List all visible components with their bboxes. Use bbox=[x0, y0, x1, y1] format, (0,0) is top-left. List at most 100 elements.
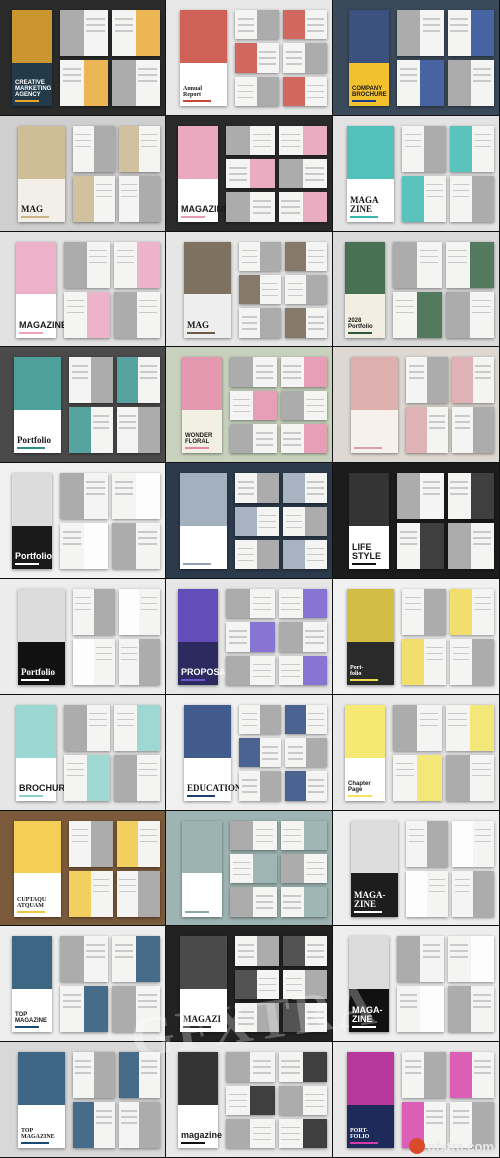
text-line bbox=[228, 1099, 248, 1101]
page-image-placeholder bbox=[472, 175, 494, 222]
text-line bbox=[252, 1066, 272, 1068]
template-preview-tile[interactable]: MAGAZINE bbox=[0, 231, 166, 348]
text-line bbox=[285, 57, 303, 59]
text-line bbox=[448, 261, 467, 264]
template-preview-tile[interactable]: MAG bbox=[166, 231, 333, 348]
text-line bbox=[307, 944, 324, 946]
text-line bbox=[454, 421, 471, 423]
text-line bbox=[89, 712, 107, 715]
page-image-placeholder bbox=[257, 936, 279, 966]
spread-page bbox=[239, 704, 281, 735]
template-preview-tile[interactable]: Portfolio bbox=[0, 463, 166, 579]
spread-page bbox=[60, 60, 108, 106]
cover-rule bbox=[15, 100, 39, 102]
page-image-placeholder bbox=[239, 274, 260, 305]
text-line bbox=[281, 1066, 300, 1068]
template-preview-tile[interactable]: MAG bbox=[0, 115, 166, 232]
template-preview-tile[interactable] bbox=[166, 810, 333, 927]
template-preview-tile[interactable]: LIFE STYLE bbox=[333, 463, 500, 579]
text-line bbox=[114, 481, 134, 483]
template-preview-tile[interactable]: MAGA ZINE bbox=[333, 115, 500, 232]
template-preview-tile[interactable] bbox=[166, 463, 333, 579]
text-line bbox=[141, 602, 158, 605]
page-image-placeholder bbox=[445, 754, 470, 801]
text-line bbox=[429, 890, 446, 893]
text-line bbox=[308, 785, 325, 787]
template-preview-tile[interactable] bbox=[333, 347, 500, 464]
page-image-placeholder bbox=[306, 738, 327, 768]
template-preview-tile[interactable]: TOP MAGAZINE bbox=[0, 926, 166, 1043]
template-preview-tile[interactable]: CREATIVE MARKETING AGENCY bbox=[0, 0, 166, 116]
text-line bbox=[281, 602, 300, 605]
template-preview-tile[interactable]: CUPTAQU ATQUAM bbox=[0, 810, 166, 927]
text-line bbox=[95, 195, 112, 198]
template-preview-tile[interactable]: BROCHURE bbox=[0, 694, 166, 811]
text-line bbox=[306, 398, 324, 401]
spread-page bbox=[402, 1052, 446, 1099]
text-line bbox=[287, 282, 304, 285]
text-line bbox=[86, 18, 105, 20]
text-line bbox=[95, 183, 112, 186]
cover-title: magazine bbox=[181, 1130, 223, 1141]
template-preview-tile[interactable]: MAGA-ZINE bbox=[333, 926, 500, 1043]
cover-page: MAGAZI bbox=[180, 936, 227, 1033]
text-line bbox=[429, 421, 446, 423]
text-line bbox=[141, 608, 158, 611]
template-preview-tile[interactable]: 2028 Portfolio bbox=[333, 231, 500, 348]
text-line bbox=[305, 1093, 324, 1095]
text-line bbox=[452, 1110, 470, 1112]
spread-page bbox=[118, 1052, 160, 1099]
spread-page bbox=[406, 870, 448, 917]
spread-page bbox=[445, 754, 494, 801]
cover-page: CREATIVE MARKETING AGENCY bbox=[12, 10, 52, 106]
text-line bbox=[89, 718, 107, 721]
cover-title: MAGAZINE bbox=[181, 203, 229, 214]
template-preview-tile[interactable]: Portfolio bbox=[0, 578, 166, 695]
text-line bbox=[474, 139, 491, 142]
page-image-placeholder bbox=[406, 870, 427, 917]
template-preview-tile[interactable]: COMPANY BROCHURE bbox=[333, 0, 500, 116]
text-line bbox=[408, 365, 425, 367]
page-image-placeholder bbox=[118, 1052, 140, 1099]
text-line bbox=[283, 895, 301, 897]
template-preview-tile[interactable]: Port- folio bbox=[333, 578, 500, 695]
text-line bbox=[399, 1006, 418, 1008]
text-line bbox=[426, 658, 443, 661]
site-footer[interactable]: gfxtra.com bbox=[408, 1138, 494, 1154]
template-preview-tile[interactable]: WONDER FLORAL bbox=[166, 347, 333, 464]
text-line bbox=[237, 1011, 255, 1013]
text-line bbox=[308, 261, 325, 264]
cover-rule bbox=[21, 215, 50, 218]
page-image-placeholder bbox=[402, 175, 424, 222]
text-line bbox=[237, 90, 255, 93]
template-preview-tile[interactable]: MAGA-ZINE bbox=[333, 810, 500, 927]
template-preview-tile[interactable]: EDUCATION bbox=[166, 694, 333, 811]
template-preview-tile[interactable]: MAGAZINE bbox=[166, 115, 333, 232]
text-line bbox=[281, 133, 300, 136]
template-preview-tile[interactable]: magazine bbox=[166, 1042, 333, 1158]
cover-image-placeholder bbox=[18, 1052, 65, 1105]
page-image-placeholder bbox=[427, 357, 448, 404]
text-line bbox=[281, 1126, 300, 1129]
text-line bbox=[281, 145, 300, 148]
cover-page: MAGAZINE bbox=[16, 241, 67, 338]
page-image-placeholder bbox=[470, 10, 494, 56]
template-preview-tile[interactable]: Chapter Page bbox=[333, 694, 500, 811]
text-line bbox=[237, 944, 255, 946]
text-line bbox=[259, 526, 276, 529]
template-preview-tile[interactable]: PROPOSAL bbox=[166, 578, 333, 695]
spread-page bbox=[402, 125, 446, 172]
template-preview-tile[interactable]: Portfolio bbox=[0, 347, 166, 464]
cover-title: 2028 Portfolio bbox=[348, 317, 373, 330]
template-preview-tile[interactable]: TOP MAGAZINE bbox=[0, 1042, 166, 1158]
spread-page bbox=[447, 936, 494, 983]
template-preview-tile[interactable]: MAGAZI bbox=[166, 926, 333, 1043]
text-line bbox=[95, 1110, 112, 1112]
text-line bbox=[120, 658, 137, 661]
text-line bbox=[75, 1066, 92, 1068]
text-line bbox=[307, 487, 324, 489]
text-line bbox=[92, 878, 110, 881]
template-preview-tile[interactable]: Annual Report bbox=[166, 0, 333, 116]
spread-page bbox=[112, 986, 160, 1033]
spread-page bbox=[235, 969, 279, 1000]
